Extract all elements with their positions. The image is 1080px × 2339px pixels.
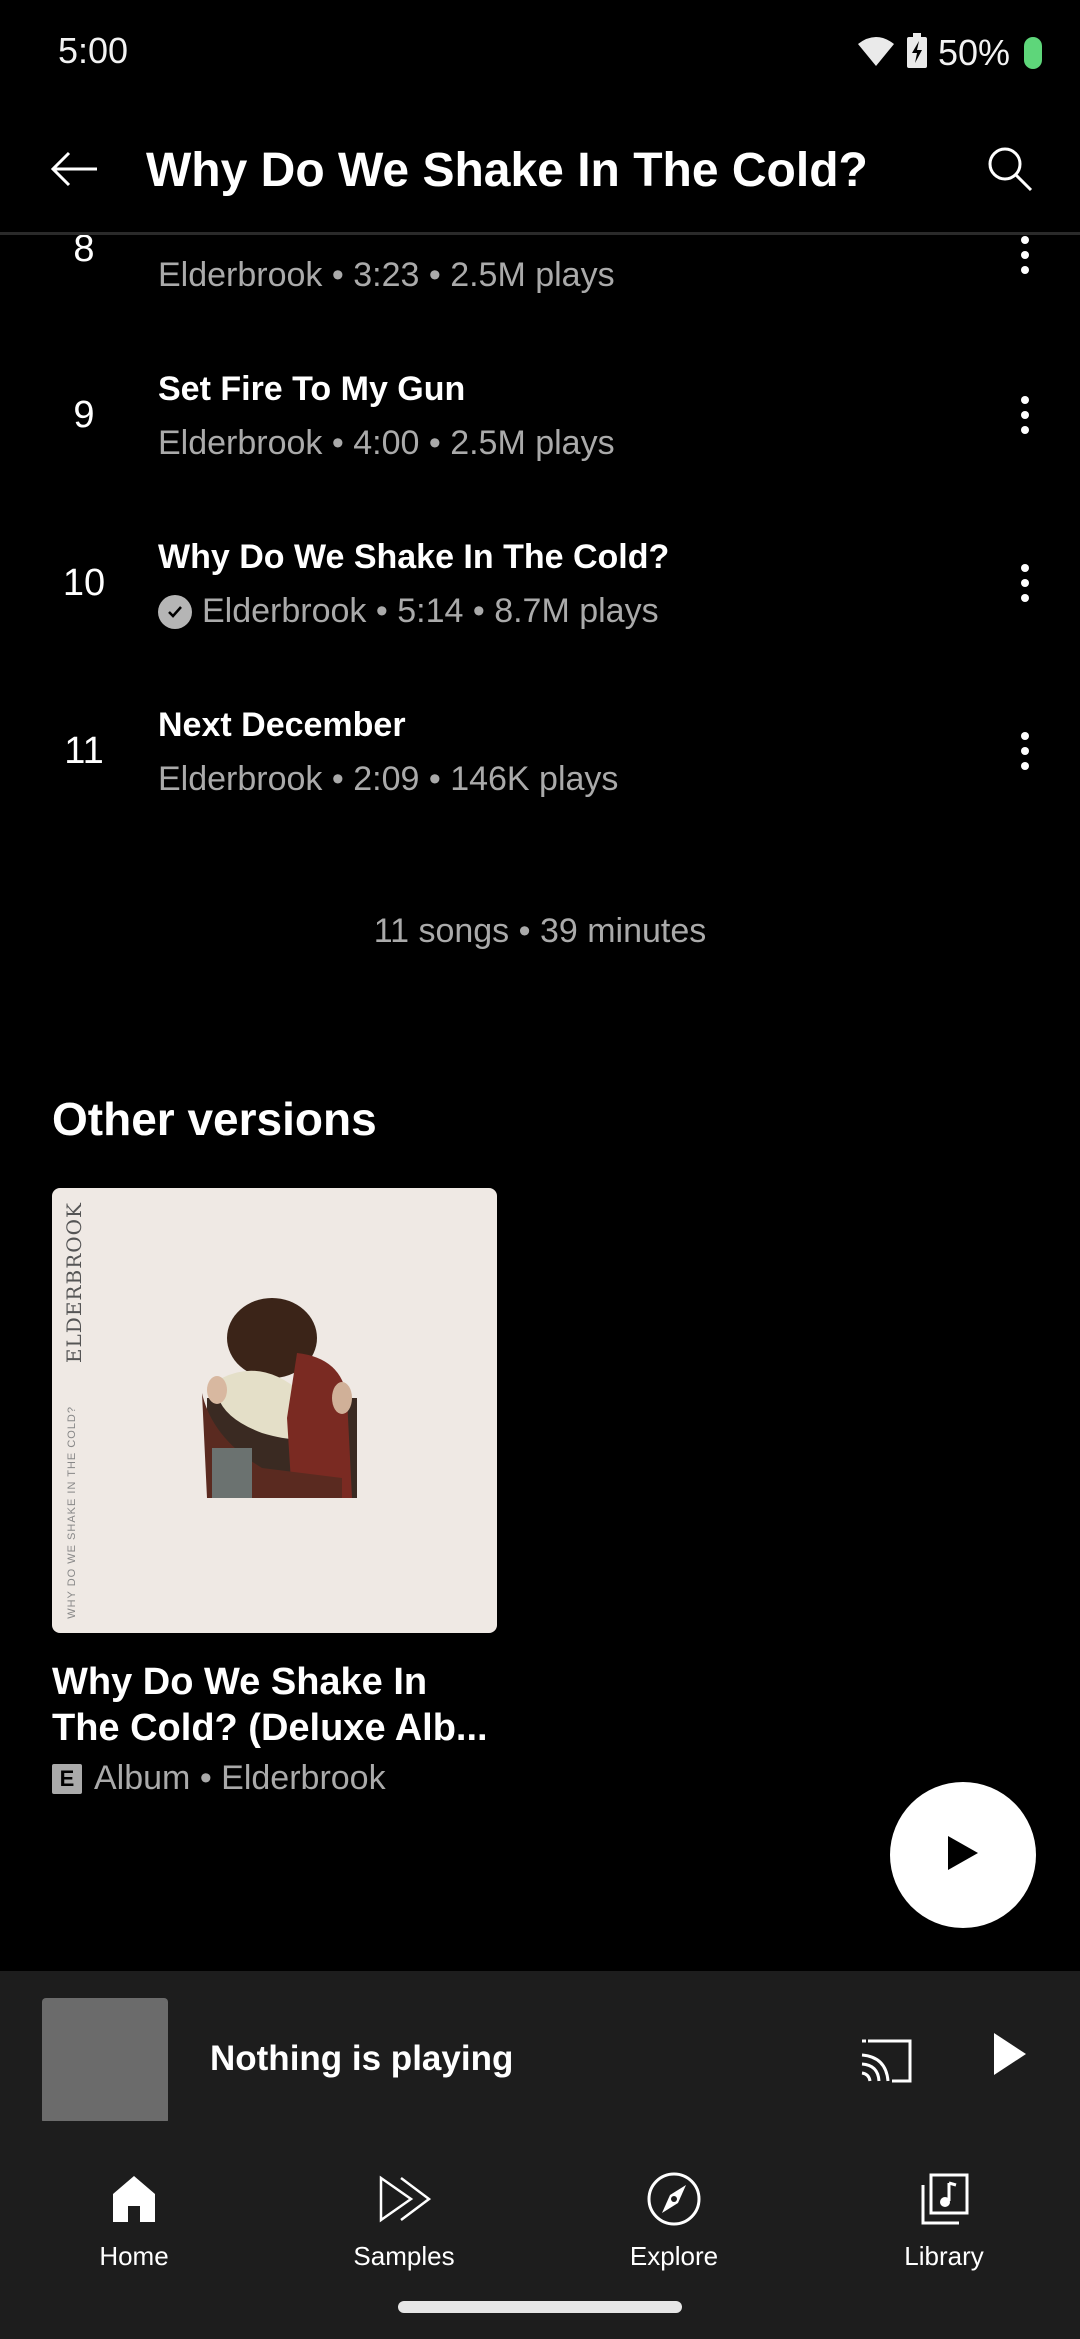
status-bar: 5:00 50%: [0, 0, 1080, 105]
explicit-badge: E: [52, 1763, 82, 1794]
track-row[interactable]: 10 Why Do We Shake In The Cold? Elderbro…: [0, 516, 1080, 684]
more-options-button[interactable]: [1000, 548, 1050, 618]
nav-label: Home: [99, 2241, 169, 2271]
album-meta: Album • Elderbrook: [94, 1759, 386, 1797]
samples-icon: [377, 2174, 432, 2229]
nav-label: Samples: [353, 2241, 455, 2271]
album-card[interactable]: ELDERBROOK WHY DO WE SHAKE IN THE COLD? …: [52, 1188, 497, 1798]
battery-indicator: [1024, 37, 1042, 69]
section-heading-other-versions: Other versions: [52, 1093, 377, 1145]
page-title: Why Do We Shake In The Cold?: [146, 144, 868, 197]
nav-item-library[interactable]: Library: [844, 2171, 1044, 2272]
mini-player-thumbnail: [42, 1998, 168, 2124]
track-meta-row: Elderbrook • 5:14 • 8.7M plays: [158, 592, 659, 631]
track-title: Why Do We Shake In The Cold?: [158, 538, 670, 576]
mini-player-title: Nothing is playing: [210, 2039, 514, 2078]
track-title: Set Fire To My Gun: [158, 370, 466, 408]
track-meta: Elderbrook • 3:23 • 2.5M plays: [158, 256, 615, 294]
battery-percent: 50%: [937, 32, 1010, 73]
album-art-artist-text: ELDERBROOK: [62, 1202, 86, 1364]
nav-item-samples[interactable]: Samples: [304, 2171, 504, 2272]
bottom-navigation: Home Samples Explore Library: [0, 2121, 1080, 2339]
status-icons: 50%: [856, 32, 1042, 74]
gesture-home-indicator[interactable]: [398, 2301, 682, 2313]
album-art[interactable]: ELDERBROOK WHY DO WE SHAKE IN THE COLD?: [52, 1188, 497, 1633]
mini-player-play-button[interactable]: [990, 2029, 1050, 2089]
mini-player[interactable]: Nothing is playing: [0, 1971, 1080, 2124]
app-bar: Why Do We Shake In The Cold?: [0, 105, 1080, 235]
verified-check-icon: [158, 594, 192, 629]
nav-item-explore[interactable]: Explore: [574, 2171, 774, 2272]
play-fab-button[interactable]: [890, 1782, 1036, 1928]
nav-label: Explore: [629, 2241, 719, 2271]
album-art-title-text: WHY DO WE SHAKE IN THE COLD?: [66, 1406, 78, 1619]
cast-icon: [856, 2039, 916, 2095]
track-number: 11: [64, 730, 104, 772]
track-meta: Elderbrook • 2:09 • 146K plays: [158, 760, 619, 798]
album-summary: 11 songs • 39 minutes: [373, 912, 707, 950]
compass-icon: [646, 2171, 702, 2232]
play-icon: [946, 1834, 980, 1877]
search-icon: [985, 144, 1035, 199]
search-button[interactable]: [980, 141, 1040, 201]
album-meta-row: E Album • Elderbrook: [52, 1759, 497, 1798]
cast-button[interactable]: [856, 2031, 916, 2091]
back-button[interactable]: [44, 141, 104, 201]
play-icon: [990, 2033, 1030, 2083]
wifi-icon: [856, 34, 896, 73]
arrow-left-icon: [49, 149, 99, 194]
battery-charging-icon: [906, 32, 928, 74]
album-title[interactable]: Why Do We Shake In The Cold? (Deluxe Alb…: [52, 1659, 497, 1751]
nav-item-home[interactable]: Home: [34, 2171, 234, 2272]
track-number: 10: [62, 562, 106, 604]
track-number: 9: [73, 394, 95, 436]
status-time: 5:00: [58, 30, 129, 71]
track-meta: Elderbrook • 5:14 • 8.7M plays: [202, 592, 659, 630]
more-options-button[interactable]: [1000, 716, 1050, 786]
track-title: Next December: [158, 706, 406, 744]
more-options-button[interactable]: [1000, 380, 1050, 450]
library-icon: [919, 2173, 969, 2230]
track-row[interactable]: 9 Set Fire To My Gun Elderbrook • 4:00 •…: [0, 348, 1080, 516]
track-row[interactable]: 11 Next December Elderbrook • 2:09 • 146…: [0, 684, 1080, 852]
track-meta: Elderbrook • 4:00 • 2.5M plays: [158, 424, 615, 462]
nav-label: Library: [904, 2241, 984, 2271]
album-art-figure: [202, 1298, 357, 1498]
home-icon: [111, 2174, 157, 2229]
